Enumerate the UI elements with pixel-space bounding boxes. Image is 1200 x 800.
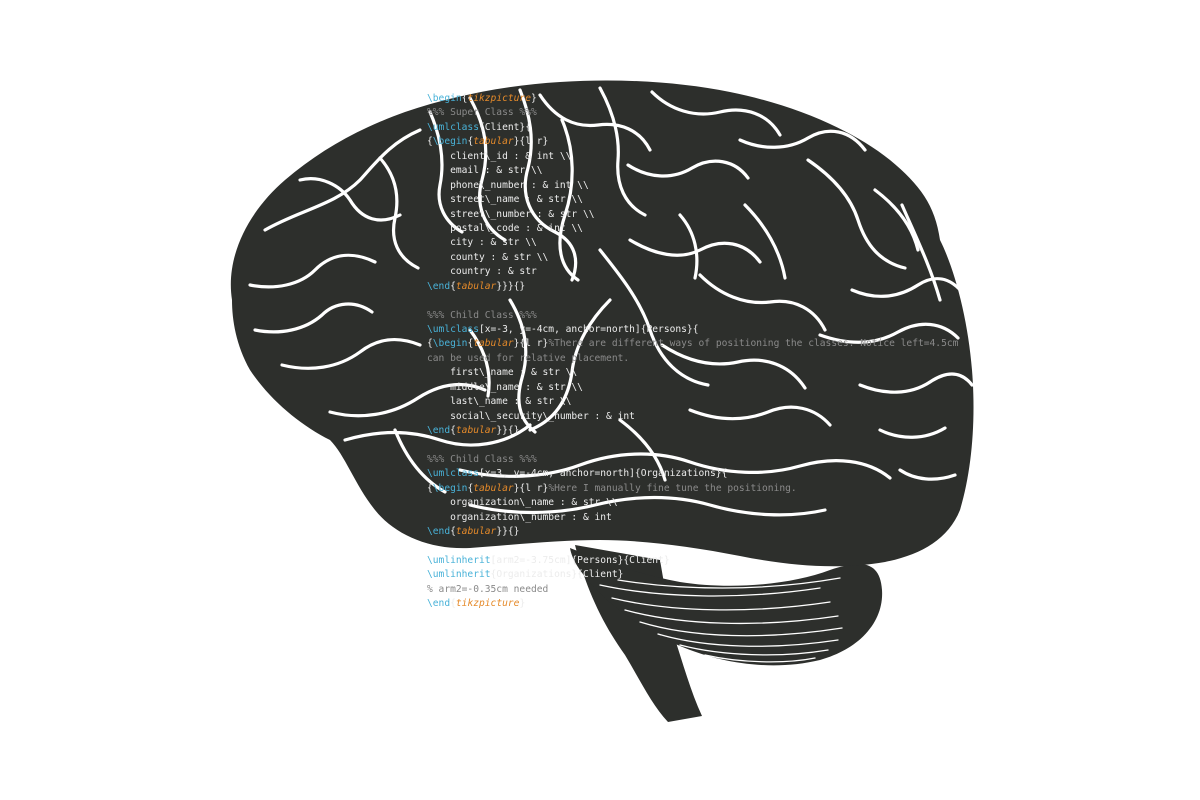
cerebrum xyxy=(230,80,974,567)
brain-illustration xyxy=(230,80,974,722)
image-stage: \begin{tikzpicture}%%% Super Class %%% \u… xyxy=(0,0,1200,800)
